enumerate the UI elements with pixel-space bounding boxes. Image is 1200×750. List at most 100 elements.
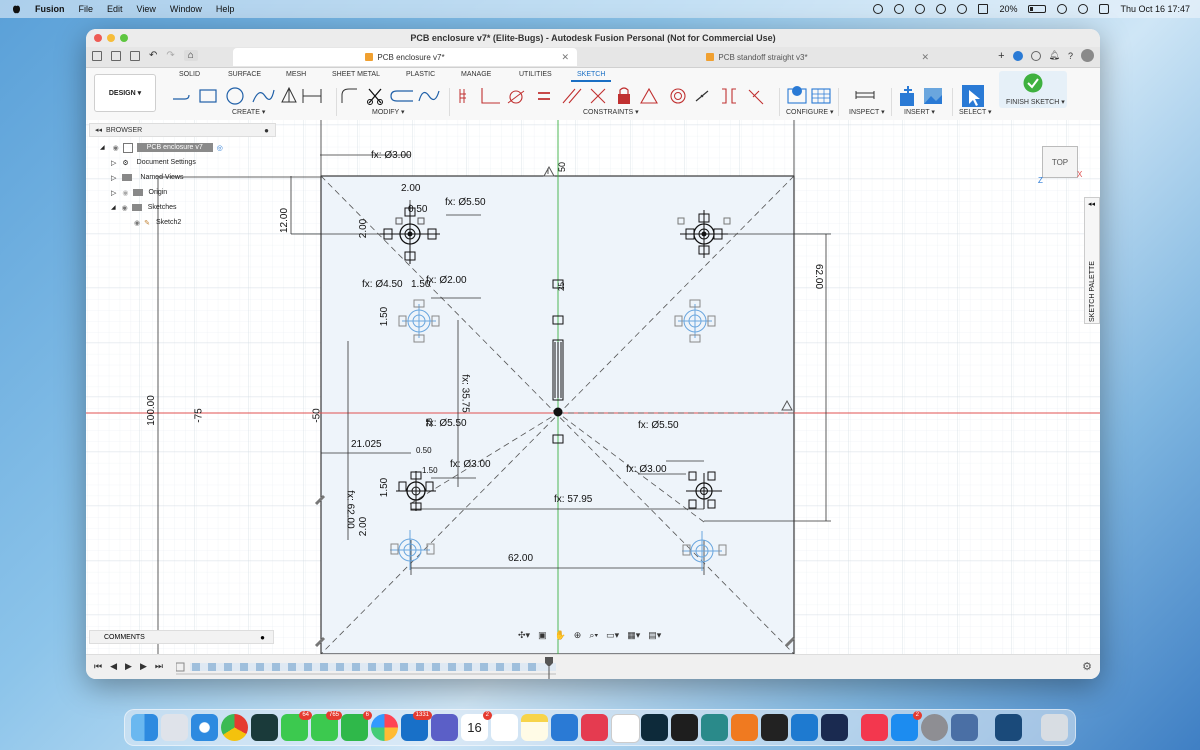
menu-window[interactable]: Window <box>170 4 202 14</box>
menu-file[interactable]: File <box>79 4 94 14</box>
clock[interactable]: Thu Oct 16 17:47 <box>1120 4 1190 14</box>
grid-settings-icon[interactable]: ▦▾ <box>627 630 640 644</box>
job-status-icon[interactable] <box>1030 50 1041 61</box>
avatar[interactable] <box>1081 49 1094 62</box>
workspace-switcher[interactable]: DESIGN ▾ <box>94 74 156 112</box>
tree-item-root[interactable]: ◢ ◉ PCB enclosure v7 ◎ <box>86 140 274 155</box>
collapse-icon[interactable]: ◂◂ <box>95 126 102 134</box>
apple-icon[interactable] <box>12 4 21 14</box>
dim-label[interactable]: 2.00 <box>401 183 420 194</box>
stocks-icon[interactable] <box>551 714 578 741</box>
visibility-icon[interactable]: ◉ <box>122 204 128 212</box>
menu-edit[interactable]: Edit <box>107 4 123 14</box>
vscode-icon[interactable] <box>791 714 818 741</box>
home-icon[interactable]: ⌂ <box>183 50 198 61</box>
photos-icon[interactable] <box>371 714 398 741</box>
chrome-icon[interactable] <box>221 714 248 741</box>
app-icon[interactable] <box>951 714 978 741</box>
figma-icon[interactable] <box>671 714 698 741</box>
modify-group[interactable]: MODIFY ▾ <box>372 108 405 116</box>
close-tab-icon[interactable]: ✕ <box>561 52 569 63</box>
active-component-icon[interactable]: ◎ <box>217 144 223 152</box>
tab-sketch[interactable]: SKETCH <box>577 71 605 78</box>
dim-label[interactable]: fx: 35.75 <box>460 374 471 412</box>
step-back-icon[interactable]: ◀ <box>110 661 117 672</box>
look-at-icon[interactable]: ▣ <box>538 630 547 644</box>
tab-manage[interactable]: MANAGE <box>461 71 491 78</box>
appstore-icon[interactable]: 2 <box>891 711 922 741</box>
visibility-icon[interactable]: ◉ <box>122 189 128 197</box>
browser-header[interactable]: ◂◂ BROWSER ● <box>89 123 276 137</box>
dim-label[interactable]: 62.00 <box>508 553 533 564</box>
tab-pcb-enclosure[interactable]: PCB enclosure v7* ✕ <box>233 48 577 66</box>
minimize-window-button[interactable] <box>107 34 115 42</box>
calendar-icon[interactable]: 16 2 <box>461 711 492 741</box>
dim-label[interactable]: fx: Ø3.00 <box>626 464 667 475</box>
status-icon-1[interactable] <box>873 4 884 14</box>
viewcube[interactable]: TOP <box>1042 146 1078 178</box>
dim-label[interactable]: 1.50 <box>379 307 390 326</box>
music-icon[interactable] <box>861 714 888 741</box>
help-icon[interactable]: ? <box>1068 51 1073 61</box>
reminders-icon[interactable] <box>491 714 518 741</box>
chatgpt-icon[interactable] <box>611 714 640 743</box>
expand-icon[interactable]: ◂◂ <box>1088 200 1095 208</box>
timeline-marker[interactable] <box>544 657 554 679</box>
tab-plastic[interactable]: PLASTIC <box>406 71 435 78</box>
pin-icon[interactable]: ● <box>264 126 269 135</box>
outlook-icon[interactable]: 1331 <box>401 711 432 741</box>
inspect-tools[interactable] <box>854 85 879 107</box>
app-icon[interactable] <box>821 714 848 741</box>
display-icon[interactable] <box>978 4 989 14</box>
dim-label[interactable]: fx: Ø3.00 <box>450 459 491 470</box>
close-window-button[interactable] <box>94 34 102 42</box>
tab-utilities[interactable]: UTILITIES <box>519 71 552 78</box>
insert-group[interactable]: INSERT ▾ <box>904 108 935 116</box>
constraints-group[interactable]: CONSTRAINTS ▾ <box>583 108 639 116</box>
constraint-tools[interactable] <box>456 85 781 107</box>
select-group[interactable]: SELECT ▾ <box>959 108 992 116</box>
dim-label[interactable]: fx: 62.00 <box>345 490 356 528</box>
tab-mesh[interactable]: MESH <box>286 71 306 78</box>
app-icon[interactable] <box>581 714 608 741</box>
dim-label[interactable]: 2.00 <box>358 517 369 536</box>
fit-icon[interactable]: ⌕▾ <box>589 630 598 644</box>
app-icon[interactable] <box>641 714 668 741</box>
tab-surface[interactable]: SURFACE <box>228 71 261 78</box>
go-to-end-icon[interactable]: ⏭ <box>155 661 163 672</box>
tab-sheet-metal[interactable]: SHEET METAL <box>332 71 380 78</box>
tree-item-document-settings[interactable]: ▷ ⚙ Document Settings <box>86 155 274 170</box>
dim-label[interactable]: fx: Ø2.00 <box>426 275 467 286</box>
dim-label[interactable]: 1.50 <box>422 466 438 475</box>
dim-label[interactable]: 62.00 <box>813 264 824 289</box>
dim-label[interactable]: fx: 57.95 <box>554 494 592 505</box>
inspect-group[interactable]: INSPECT ▾ <box>849 108 885 116</box>
tab-pcb-standoff[interactable]: PCB standoff straight v3* ✕ <box>577 48 937 66</box>
wifi-icon[interactable] <box>1057 4 1068 14</box>
sketch-palette-tab[interactable]: ◂◂ SKETCH PALETTE <box>1084 197 1100 324</box>
safari-icon[interactable] <box>191 714 218 741</box>
close-tab-icon[interactable]: ✕ <box>921 52 929 63</box>
dim-label[interactable]: 12.00 <box>279 208 290 233</box>
grammarly-icon[interactable] <box>894 4 905 14</box>
visibility-icon[interactable]: ◉ <box>113 144 119 152</box>
pan-icon[interactable]: ✋ <box>555 630 566 644</box>
volume-icon[interactable] <box>936 4 947 14</box>
create-tools[interactable] <box>171 85 341 107</box>
messages-icon[interactable]: 765 <box>311 711 342 741</box>
status-icon-2[interactable] <box>915 4 926 14</box>
zoom-window-button[interactable] <box>120 34 128 42</box>
tree-item-named-views[interactable]: ▷ Named Views <box>86 170 274 185</box>
tree-item-sketch2[interactable]: ◉ ✎ Sketch2 <box>86 215 274 230</box>
fusion-icon[interactable] <box>731 714 758 741</box>
facetime-icon[interactable]: 6 <box>341 711 372 741</box>
file-menu-icon[interactable] <box>111 50 121 61</box>
display-settings-icon[interactable]: ▭▾ <box>606 630 619 644</box>
configure-group[interactable]: CONFIGURE ▾ <box>786 108 833 116</box>
app-menu[interactable]: Fusion <box>35 4 65 14</box>
go-to-start-icon[interactable]: ⏮ <box>94 661 102 672</box>
timeline-features[interactable] <box>176 659 556 677</box>
modify-tools[interactable] <box>339 85 444 107</box>
trash-icon[interactable] <box>1041 714 1068 741</box>
select-tools[interactable] <box>961 85 986 107</box>
